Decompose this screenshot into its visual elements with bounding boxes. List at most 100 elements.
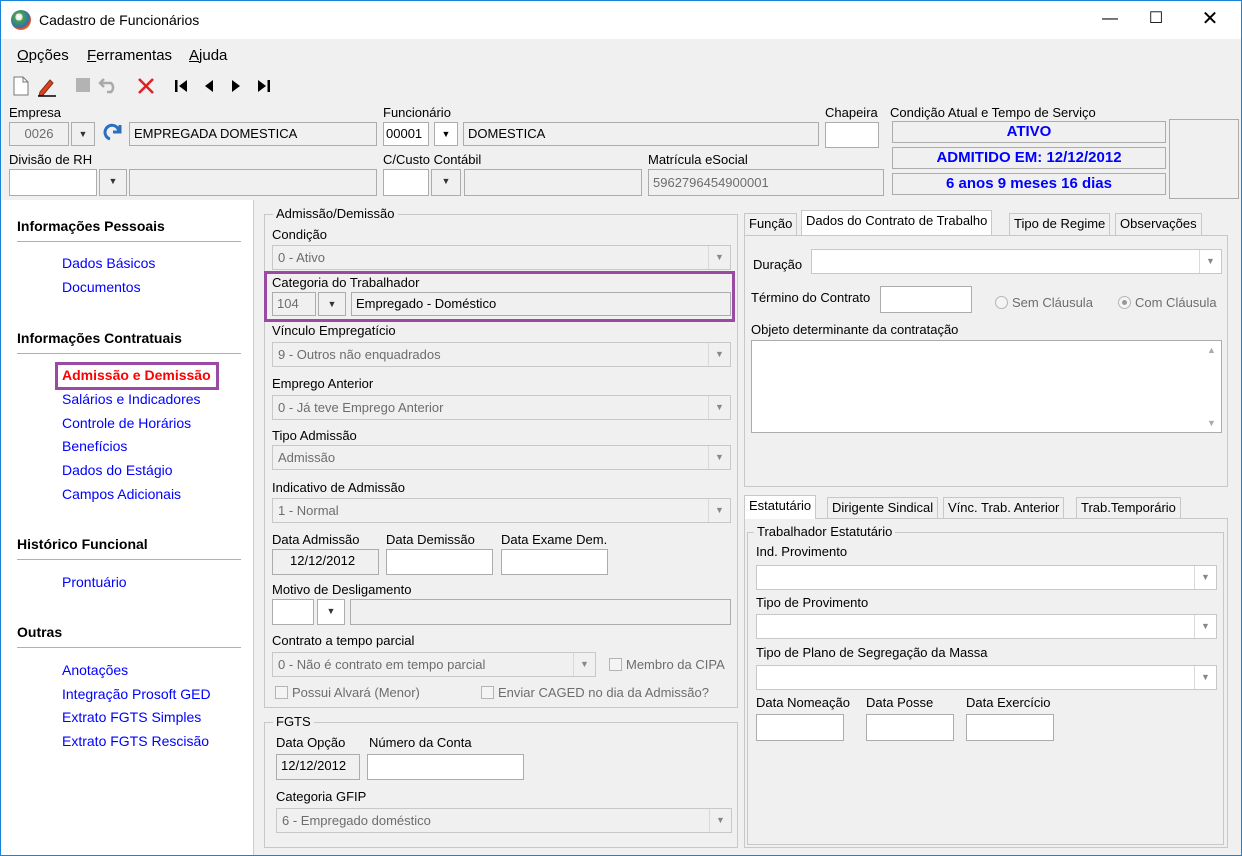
data-admissao-label: Data Admissão (272, 532, 360, 547)
refresh-arrow-icon[interactable] (99, 122, 127, 146)
link-integracao-prosoft-ged[interactable]: Integração Prosoft GED (62, 686, 211, 702)
ccusto-dropdown-button[interactable]: ▼ (431, 169, 461, 196)
section-divider (17, 559, 241, 560)
emprego-anterior-select[interactable]: 0 - Já teve Emprego Anterior ▼ (272, 395, 731, 420)
last-record-icon[interactable] (252, 76, 276, 100)
motivo-code-field[interactable] (272, 599, 314, 625)
section-historico-funcional: Histórico Funcional (17, 536, 148, 552)
categoria-dropdown-button[interactable]: ▼ (318, 292, 346, 316)
membro-cipa-checkbox[interactable]: Membro da CIPA (609, 657, 725, 672)
section-divider (17, 353, 241, 354)
tipo-provimento-select[interactable]: ▼ (756, 614, 1217, 639)
tab-funcao[interactable]: Função (744, 213, 798, 235)
possui-alvara-checkbox[interactable]: Possui Alvará (Menor) (275, 685, 420, 700)
enviar-caged-checkbox[interactable]: Enviar CAGED no dia da Admissão? (481, 685, 709, 700)
objeto-contratacao-textarea[interactable] (751, 340, 1222, 433)
previous-record-icon[interactable] (197, 76, 221, 100)
checkbox-icon (609, 658, 622, 671)
menu-opcoes[interactable]: Opções (17, 47, 69, 64)
vinculo-select[interactable]: 9 - Outros não enquadrados ▼ (272, 342, 731, 367)
minimize-icon[interactable]: — (1087, 1, 1133, 37)
data-exame-dem-field[interactable] (501, 549, 608, 575)
textarea-scrollbar[interactable]: ▲ ▼ (1203, 342, 1220, 431)
tipo-admissao-select[interactable]: Admissão ▼ (272, 445, 731, 470)
checkbox-icon (481, 686, 494, 699)
link-anotacoes[interactable]: Anotações (62, 662, 128, 678)
data-exercicio-field[interactable] (966, 714, 1054, 741)
link-extrato-fgts-simples[interactable]: Extrato FGTS Simples (62, 709, 201, 725)
ccusto-code-field[interactable] (383, 169, 429, 196)
chevron-down-icon: ▼ (708, 446, 730, 469)
close-icon[interactable]: ✕ (1187, 1, 1233, 37)
funcionario-dropdown-button[interactable]: ▼ (434, 122, 458, 146)
link-campos-adicionais[interactable]: Campos Adicionais (62, 486, 181, 502)
tipo-plano-segregacao-label: Tipo de Plano de Segregação da Massa (756, 645, 988, 660)
duracao-select[interactable]: ▼ (811, 249, 1222, 274)
com-clausula-radio[interactable]: Com Cláusula (1118, 295, 1217, 310)
scroll-down-icon[interactable]: ▼ (1203, 418, 1220, 428)
employee-photo[interactable] (1169, 119, 1239, 199)
categoria-gfip-select[interactable]: 6 - Empregado doméstico ▼ (276, 808, 732, 833)
link-prontuario[interactable]: Prontuário (62, 574, 127, 590)
sem-clausula-radio[interactable]: Sem Cláusula (995, 295, 1093, 310)
fgts-title: FGTS (273, 714, 314, 729)
delete-x-icon[interactable] (134, 76, 158, 100)
data-nomeacao-field[interactable] (756, 714, 844, 741)
undo-icon[interactable] (97, 76, 121, 100)
data-demissao-field[interactable] (386, 549, 493, 575)
tipo-plano-segregacao-select[interactable]: ▼ (756, 665, 1217, 690)
divisao-rh-dropdown-button[interactable]: ▼ (99, 169, 127, 196)
tab-observacoes[interactable]: Observações (1115, 213, 1202, 235)
termino-contrato-field[interactable] (880, 286, 972, 313)
first-record-icon[interactable] (169, 76, 193, 100)
ccusto-contabil-label: C/Custo Contábil (383, 152, 482, 167)
indicativo-admissao-select[interactable]: 1 - Normal ▼ (272, 498, 731, 523)
divisao-rh-code-field[interactable] (9, 169, 97, 196)
data-opcao-field[interactable]: 12/12/2012 (276, 754, 360, 780)
condicao-label: Condição (272, 227, 327, 242)
link-controle-horarios[interactable]: Controle de Horários (62, 415, 191, 431)
tab-dirigente-sindical[interactable]: Dirigente Sindical (827, 497, 939, 519)
new-document-icon[interactable] (9, 76, 33, 100)
ind-provimento-label: Ind. Provimento (756, 544, 848, 559)
condicao-select[interactable]: 0 - Ativo ▼ (272, 245, 731, 270)
edit-pencil-icon[interactable] (35, 76, 59, 100)
link-dados-estagio[interactable]: Dados do Estágio (62, 462, 173, 478)
stop-icon[interactable] (71, 76, 95, 100)
tab-estatutario[interactable]: Estatutário (744, 495, 817, 519)
chevron-down-icon: ▼ (441, 176, 451, 186)
data-posse-field[interactable] (866, 714, 954, 741)
panel-splitter[interactable] (253, 200, 258, 855)
termino-contrato-label: Término do Contrato (751, 290, 871, 305)
contrato-parcial-select[interactable]: 0 - Não é contrato em tempo parcial ▼ (272, 652, 596, 677)
maximize-icon[interactable]: ☐ (1133, 1, 1179, 37)
tab-trab-temporario[interactable]: Trab.Temporário (1076, 497, 1181, 519)
link-extrato-fgts-rescisao[interactable]: Extrato FGTS Rescisão (62, 733, 209, 749)
status-ativo-badge: ATIVO (892, 121, 1166, 143)
data-admissao-field[interactable]: 12/12/2012 (272, 549, 379, 575)
link-admissao-demissao[interactable]: Admissão e Demissão (62, 367, 211, 383)
funcionario-code-field[interactable]: 00001 (383, 122, 429, 146)
link-salarios-indicadores[interactable]: Salários e Indicadores (62, 391, 201, 407)
next-record-icon[interactable] (224, 76, 248, 100)
tab-tipo-regime[interactable]: Tipo de Regime (1009, 213, 1111, 235)
empresa-name-field: EMPREGADA DOMESTICA (129, 122, 377, 146)
ind-provimento-select[interactable]: ▼ (756, 565, 1217, 590)
link-documentos[interactable]: Documentos (62, 279, 141, 295)
tab-vinc-trab-anterior[interactable]: Vínc. Trab. Anterior (943, 497, 1065, 519)
link-dados-basicos[interactable]: Dados Básicos (62, 255, 155, 271)
menu-ajuda[interactable]: Ajuda (189, 47, 227, 64)
menu-ferramentas[interactable]: Ferramentas (87, 47, 172, 64)
motivo-dropdown-button[interactable]: ▼ (317, 599, 345, 625)
categoria-code-field[interactable]: 104 (272, 292, 316, 316)
chevron-down-icon: ▼ (326, 606, 336, 616)
tab-dados-contrato-trabalho[interactable]: Dados do Contrato de Trabalho (801, 210, 993, 235)
numero-conta-field[interactable] (367, 754, 524, 780)
empresa-dropdown-button[interactable]: ▼ (71, 122, 95, 146)
empresa-code-field[interactable]: 0026 (9, 122, 69, 146)
categoria-gfip-label: Categoria GFIP (276, 789, 367, 804)
chapeira-field[interactable] (825, 122, 879, 148)
link-beneficios[interactable]: Benefícios (62, 438, 127, 454)
duracao-label: Duração (753, 257, 803, 272)
scroll-up-icon[interactable]: ▲ (1203, 345, 1220, 355)
